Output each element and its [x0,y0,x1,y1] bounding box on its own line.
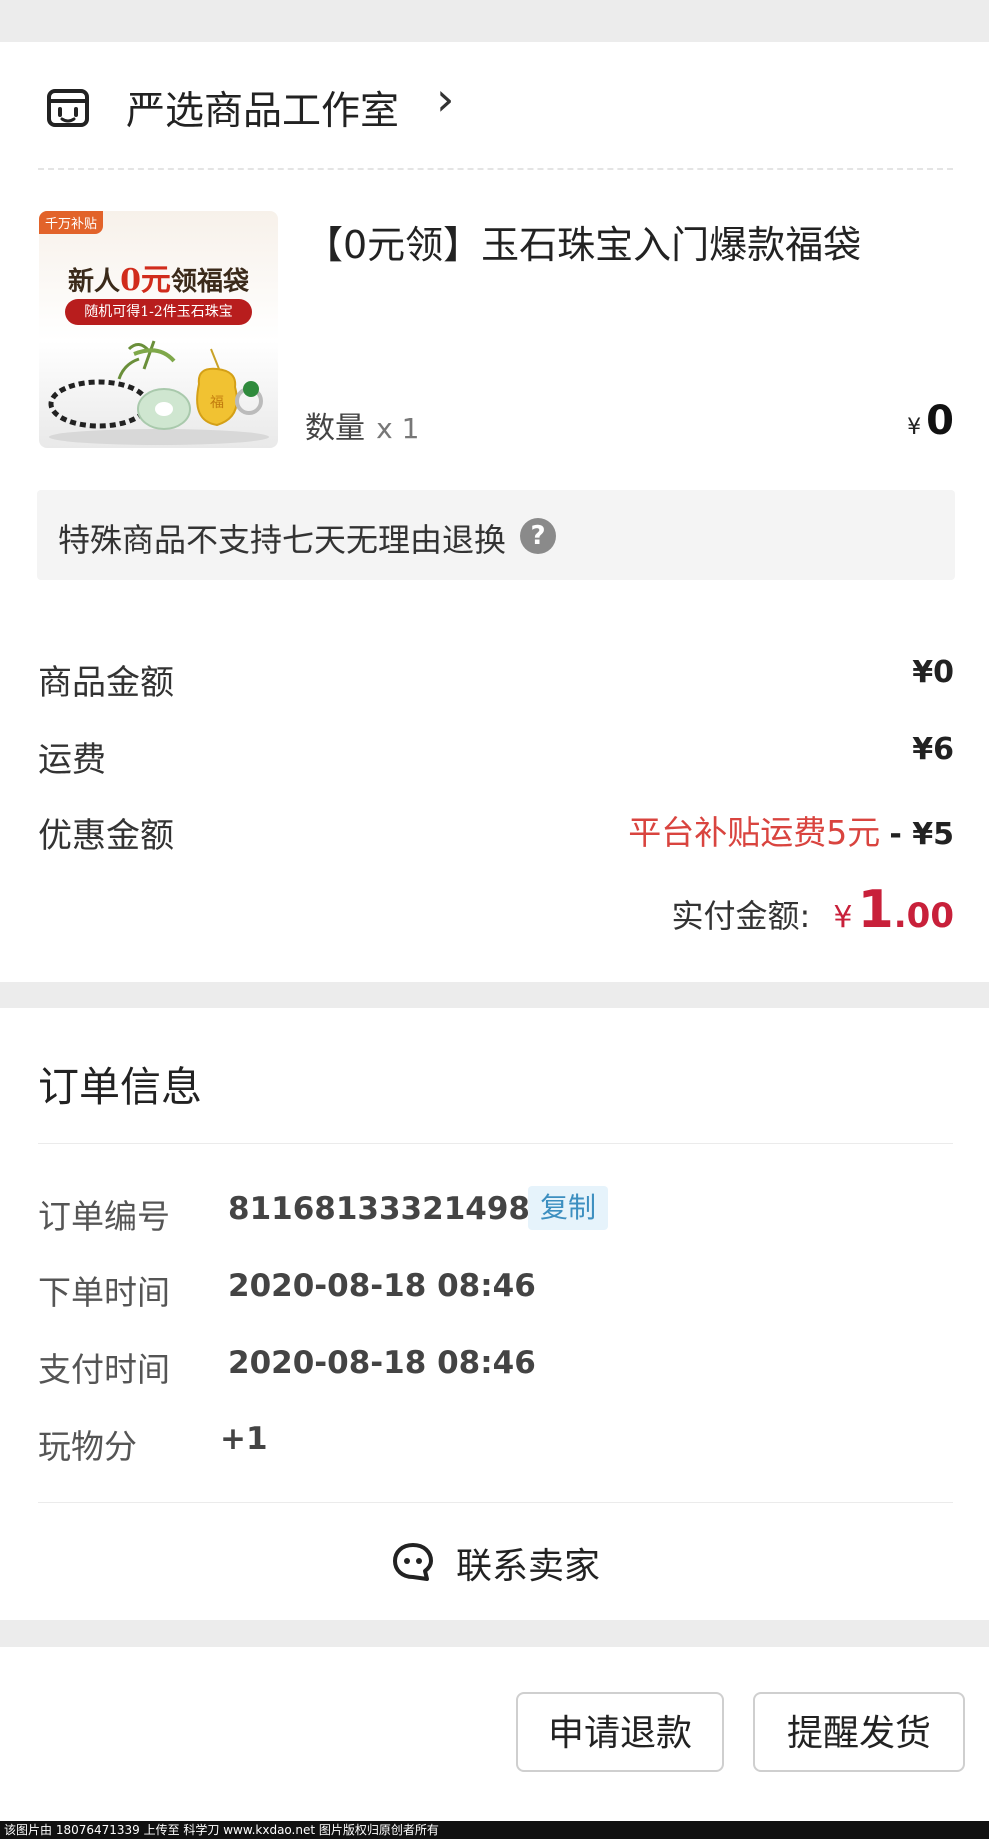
paid-symbol: ¥ [833,900,853,935]
watermark-footer: 该图片由 18076471339 上传至 科学刀 www.kxdao.net 图… [0,1821,989,1839]
product-price: ¥ 0 [907,398,954,444]
shop-header[interactable]: 严选商品工作室 › [38,70,638,144]
product-title[interactable]: 【0元领】玉石珠宝入门爆款福袋 [305,214,861,269]
contact-divider [38,1502,953,1503]
pay-time-label: 支付时间 [38,1350,170,1389]
order-time-label: 下单时间 [38,1273,170,1312]
goods-amount-value: ¥0 [912,655,954,690]
paid-amount: 实付金额: ¥ 1.00 [672,880,955,940]
remind-ship-button[interactable]: 提醒发货 [753,1692,965,1772]
product-image-sub-banner: 随机可得1-2件玉石珠宝 [65,299,252,325]
order-info-divider [38,1143,953,1144]
jewelry-illustration: 福 [48,340,269,445]
product-image-corner-badge: 千万补贴 [39,211,104,234]
top-gap [0,0,989,42]
shop-divider [38,168,953,170]
contact-seller-label: 联系卖家 [456,1546,601,1587]
product-quantity: 数量 x 1 [305,403,419,447]
contact-seller-button[interactable]: 联系卖家 [390,1535,610,1587]
price-symbol: ¥ [907,415,922,440]
quantity-label: 数量 [305,411,365,446]
shipping-label: 运费 [38,740,106,780]
shop-name: 严选商品工作室 [126,89,400,134]
quantity-value: x 1 [376,412,420,445]
shop-icon [46,85,90,129]
points-label: 玩物分 [38,1427,137,1466]
return-notice-text: 特殊商品不支持七天无理由退换 [58,521,507,559]
discount-value: - ¥5 [889,817,954,852]
order-no-label: 订单编号 [38,1197,170,1236]
discount-label: 优惠金额 [38,816,174,856]
discount-note: 平台补贴运费5元 [628,813,881,852]
apply-refund-button[interactable]: 申请退款 [516,1692,724,1772]
product-image-headline: 新人0元领福袋 [68,263,249,298]
order-time-value: 2020-08-18 08:46 [228,1268,536,1304]
discount-value-group: 平台补贴运费5元 - ¥5 [628,806,954,854]
goods-amount-label: 商品金额 [38,663,174,703]
return-notice: 特殊商品不支持七天无理由退换 ? [37,490,955,580]
product-image[interactable]: 千万补贴 新人0元领福袋 随机可得1-2件玉石珠宝 福 [39,211,278,448]
chevron-right-icon: › [436,72,455,126]
order-no-value: 811681333214986 [228,1191,552,1227]
points-value: +1 [220,1421,268,1457]
order-info-title: 订单信息 [38,1063,202,1111]
paid-decimal: .00 [893,896,954,936]
copy-button[interactable]: 复制 [528,1186,608,1230]
paid-integer: 1 [857,880,894,940]
chat-icon [392,1541,434,1583]
help-icon[interactable]: ? [520,518,556,554]
price-value: 0 [926,398,954,444]
shipping-value: ¥6 [912,732,954,767]
pay-time-value: 2020-08-18 08:46 [228,1345,536,1381]
svg-text:福: 福 [210,395,224,411]
paid-label: 实付金额: [671,897,811,935]
